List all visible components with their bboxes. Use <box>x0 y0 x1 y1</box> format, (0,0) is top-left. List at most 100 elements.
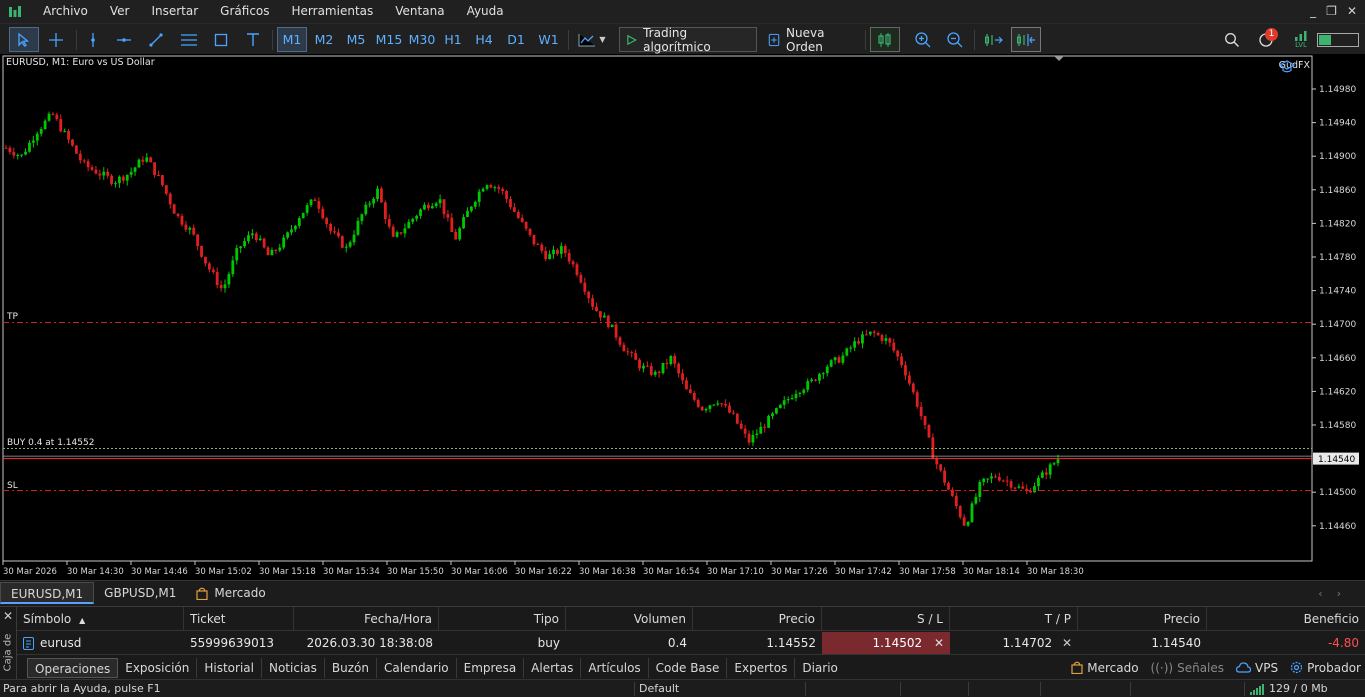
chart-tab-gbpusd[interactable]: GBPUSD,M1 <box>94 582 186 604</box>
timeframe-m30[interactable]: M30 <box>406 27 438 52</box>
tab-scroll-arrows[interactable]: ‹› <box>1318 587 1355 600</box>
candle-body <box>626 351 630 353</box>
status-profile[interactable]: Default <box>639 680 679 697</box>
menu-archivo[interactable]: Archivo <box>32 0 99 23</box>
status-connection[interactable]: 129 / 0 Mb <box>1250 680 1328 697</box>
candle-body <box>67 130 70 140</box>
chart-tab-market[interactable]: Mercado <box>186 582 275 604</box>
notifications-button[interactable]: 1 <box>1252 27 1280 52</box>
candle-body <box>63 130 67 132</box>
candle-body <box>837 357 841 363</box>
crosshair-tool-button[interactable] <box>42 27 70 52</box>
channels-button[interactable] <box>176 27 202 52</box>
candle-body <box>939 464 943 471</box>
vertical-line-button[interactable] <box>80 27 106 52</box>
candlestick-chart-button[interactable] <box>870 27 900 52</box>
time-tick-label: 30 Mar 15:18 <box>259 567 316 577</box>
chart-shift-button[interactable] <box>980 27 1008 52</box>
candle-body <box>403 228 407 234</box>
tab-alertas[interactable]: Alertas <box>524 657 582 678</box>
candle-body <box>829 360 833 367</box>
remove-tp-icon[interactable]: ✕ <box>1062 636 1072 650</box>
indicators-dropdown[interactable]: ▼ <box>574 27 610 52</box>
zoom-in-button[interactable] <box>910 27 936 52</box>
candle-body <box>868 331 872 335</box>
candle-body <box>958 506 962 518</box>
menu-graficos[interactable]: Gráficos <box>209 0 280 23</box>
tab-exposicion[interactable]: Exposición <box>118 657 198 678</box>
trendline-button[interactable] <box>143 27 169 52</box>
candle-body <box>673 356 677 364</box>
tab-code-base[interactable]: Code Base <box>649 657 728 678</box>
candlestick-chart[interactable]: 1.14980 1.14940 1.14900 1.14860 1.14820 1.147… <box>0 54 1365 580</box>
candle-body <box>872 331 876 333</box>
candle-body <box>982 478 986 483</box>
right-tab-probador[interactable]: Probador <box>1290 661 1361 675</box>
toolbox-side: ✕ Caja de <box>0 607 17 680</box>
position-tp[interactable]: 1.14702 ✕ <box>950 632 1078 654</box>
candle-body <box>145 157 149 162</box>
timeframe-m2[interactable]: M2 <box>310 27 338 52</box>
timeframe-m1[interactable]: M1 <box>277 27 307 52</box>
search-button[interactable] <box>1220 27 1244 52</box>
price-tick-label: 1.14940 <box>1319 119 1356 129</box>
candle-body <box>12 152 16 156</box>
timeframe-m5[interactable]: M5 <box>342 27 370 52</box>
candle-body <box>994 476 997 478</box>
menu-ventana[interactable]: Ventana <box>384 0 455 23</box>
tab-historial[interactable]: Historial <box>197 657 262 678</box>
close-toolbox-icon[interactable]: ✕ <box>3 609 13 623</box>
tab-calendario[interactable]: Calendario <box>377 657 457 678</box>
zoom-out-button[interactable] <box>942 27 968 52</box>
tab-empresa[interactable]: Empresa <box>457 657 525 678</box>
candle-body <box>8 147 12 153</box>
tab-diario[interactable]: Diario <box>795 658 845 678</box>
menu-ayuda[interactable]: Ayuda <box>456 0 515 23</box>
right-tab-mercado[interactable]: Mercado <box>1071 661 1139 675</box>
right-tab-senales[interactable]: ((·)) Señales <box>1151 661 1224 675</box>
tab-buzon[interactable]: Buzón <box>325 657 377 678</box>
text-tool-button[interactable] <box>240 27 266 52</box>
candle-body <box>71 139 74 146</box>
new-order-button[interactable]: Nueva Orden <box>761 26 861 54</box>
timeframe-d1[interactable]: D1 <box>503 27 529 52</box>
candle-body <box>161 175 164 186</box>
timeframe-m15[interactable]: M15 <box>373 27 405 52</box>
menu-ver[interactable]: Ver <box>99 0 141 23</box>
tab-articulos[interactable]: Artículos <box>581 657 649 678</box>
tab-operaciones[interactable]: Operaciones <box>27 657 119 678</box>
price-chart[interactable]: 1.14980 1.14940 1.14900 1.14860 1.14820 1.147… <box>0 54 1365 580</box>
chart-tab-eurusd[interactable]: EURUSD,M1 <box>0 582 95 604</box>
position-sl[interactable]: 1.14502 ✕ <box>822 632 950 654</box>
timeframe-h4[interactable]: H4 <box>471 27 497 52</box>
right-tab-vps[interactable]: VPS <box>1236 661 1278 675</box>
algo-trading-button[interactable]: Trading algorítmico <box>619 26 757 54</box>
candle-body <box>896 350 900 357</box>
timeframe-h1[interactable]: H1 <box>440 27 466 52</box>
candle-body <box>387 219 391 227</box>
cursor-tool-button[interactable] <box>9 27 39 52</box>
play-icon <box>627 34 638 45</box>
candle-body <box>606 315 610 328</box>
candle-body <box>446 214 450 218</box>
menu-herramientas[interactable]: Herramientas <box>281 0 385 23</box>
broker-label: GudFX <box>1278 60 1310 73</box>
timeframe-w1[interactable]: W1 <box>535 27 562 52</box>
notification-badge: 1 <box>1265 28 1278 41</box>
candle-body <box>743 428 747 434</box>
horizontal-line-button[interactable] <box>111 27 137 52</box>
minimize-icon[interactable]: _ <box>1310 0 1316 23</box>
restore-icon[interactable]: ❐ <box>1326 0 1337 23</box>
candle-body <box>86 161 90 168</box>
tab-noticias[interactable]: Noticias <box>262 657 325 678</box>
menu-insertar[interactable]: Insertar <box>140 0 209 23</box>
candle-body <box>888 338 892 343</box>
remove-sl-icon[interactable]: ✕ <box>934 636 944 650</box>
tab-expertos[interactable]: Expertos <box>727 657 796 678</box>
shapes-button[interactable] <box>208 27 234 52</box>
close-icon[interactable]: ✕ <box>1347 0 1357 23</box>
signal-strength-button[interactable]: LVL <box>1288 27 1314 52</box>
table-row[interactable]: eurusd 55999639013 2026.03.30 18:38:08 b… <box>17 607 1365 655</box>
line-chart-icon <box>578 33 596 46</box>
autoscroll-button[interactable] <box>1011 27 1041 52</box>
